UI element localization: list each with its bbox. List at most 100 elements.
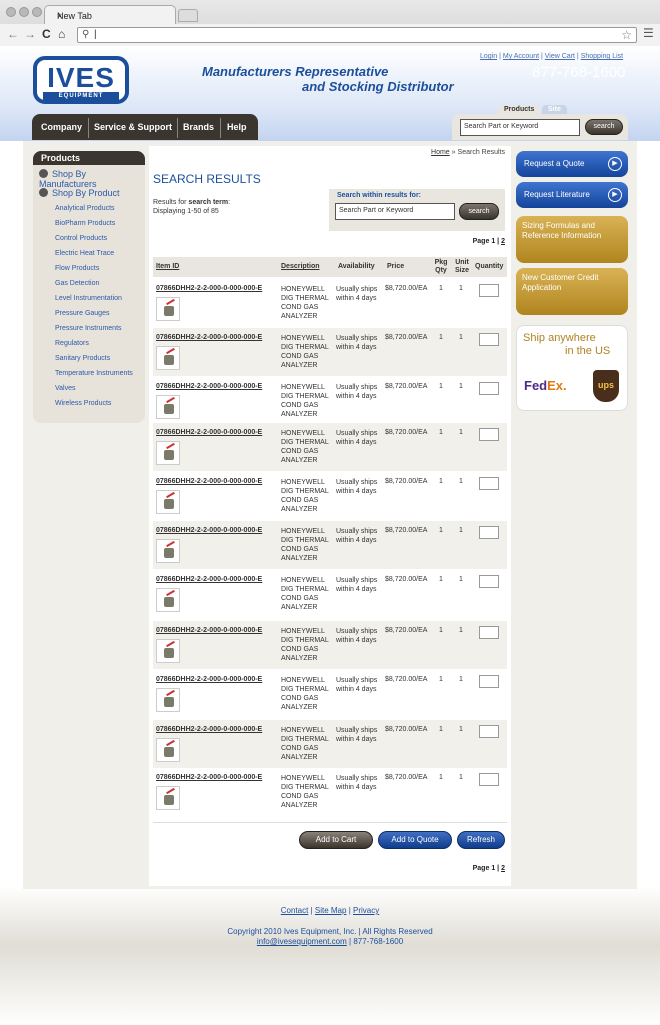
quantity-input[interactable] [479,428,499,441]
browser-tab[interactable]: New Tab × [44,5,176,25]
footer-phone: | 877-768-1600 [349,937,404,946]
nav-service-support[interactable]: Service & Support [94,122,172,132]
item-id-link[interactable]: 07866DHH2-2-2-000-0-000-000-E [156,627,262,634]
sidebar-item-biopharm[interactable]: BioPharm Products [55,220,115,227]
item-id-link[interactable]: 07866DHH2-2-2-000-0-000-000-E [156,334,262,341]
sidebar-item-gas-detection[interactable]: Gas Detection [55,280,99,287]
nav-divider [177,118,178,138]
header-search-input[interactable]: Search Part or Keyword [460,119,580,136]
request-quote-button[interactable]: Request a Quote ▶ [516,151,628,177]
sidebar-item-regulators[interactable]: Regulators [55,340,89,347]
item-price: $8,720.00/EA [385,383,428,390]
footer-email-link[interactable]: info@ivesequipment.com [257,937,347,946]
refresh-button[interactable]: Refresh [457,831,505,849]
view-cart-link[interactable]: View Cart [545,53,575,60]
credit-application-banner[interactable]: New Customer Credit Application [516,268,628,315]
header-search-button[interactable]: search [585,119,623,135]
product-thumbnail[interactable] [156,639,180,663]
quantity-input[interactable] [479,725,499,738]
page-2-link[interactable]: 2 [501,238,505,245]
forward-icon[interactable]: → [24,27,36,41]
sidebar-item-pressure-instruments[interactable]: Pressure Instruments [55,325,122,332]
quantity-input[interactable] [479,333,499,346]
item-id-link[interactable]: 07866DHH2-2-2-000-0-000-000-E [156,285,262,292]
search-within-input[interactable]: Search Part or Keyword [335,203,455,220]
product-thumbnail[interactable] [156,395,180,419]
item-id-link[interactable]: 07866DHH2-2-2-000-0-000-000-E [156,383,262,390]
footer-sitemap-link[interactable]: Site Map [315,906,347,915]
product-thumbnail[interactable] [156,297,180,321]
product-thumbnail[interactable] [156,588,180,612]
item-id-link[interactable]: 07866DHH2-2-2-000-0-000-000-E [156,774,262,781]
sidebar-shop-by-product[interactable]: Shop By Product [39,188,120,198]
product-thumbnail[interactable] [156,490,180,514]
maximize-window-icon[interactable] [32,7,42,17]
breadcrumb-home[interactable]: Home [431,149,450,156]
product-thumbnail[interactable] [156,539,180,563]
product-thumbnail[interactable] [156,688,180,712]
item-id-link[interactable]: 07866DHH2-2-2-000-0-000-000-E [156,576,262,583]
tab-products[interactable]: Products [498,105,541,114]
sidebar-item-level[interactable]: Level Instrumentation [55,295,122,302]
quantity-input[interactable] [479,773,499,786]
quantity-input[interactable] [479,626,499,639]
tab-site[interactable]: Site [542,105,567,114]
ups-logo: ups [593,370,619,402]
sidebar-item-flow[interactable]: Flow Products [55,265,99,272]
item-id-link[interactable]: 07866DHH2-2-2-000-0-000-000-E [156,429,262,436]
quantity-input[interactable] [479,477,499,490]
sidebar-item-valves[interactable]: Valves [55,385,76,392]
nav-company[interactable]: Company [41,122,82,132]
address-bar[interactable]: ⚲ | ☆ [77,27,637,43]
item-id-link[interactable]: 07866DHH2-2-2-000-0-000-000-E [156,676,262,683]
back-icon[interactable]: ← [7,27,19,41]
footer-contact-link[interactable]: Contact [281,906,309,915]
sidebar-item-control[interactable]: Control Products [55,235,107,242]
home-icon[interactable]: ⌂ [58,27,65,41]
sidebar-item-wireless[interactable]: Wireless Products [55,400,111,407]
nav-brands[interactable]: Brands [183,122,214,132]
item-id-link[interactable]: 07866DHH2-2-2-000-0-000-000-E [156,527,262,534]
footer-privacy-link[interactable]: Privacy [353,906,379,915]
col-description[interactable]: Description [281,263,320,271]
col-item-id[interactable]: Item ID [156,263,179,271]
reload-icon[interactable]: C [42,27,51,41]
tab-close-icon[interactable]: × [57,11,167,21]
item-id-link[interactable]: 07866DHH2-2-2-000-0-000-000-E [156,478,262,485]
item-id-link[interactable]: 07866DHH2-2-2-000-0-000-000-E [156,726,262,733]
product-thumbnail[interactable] [156,786,180,810]
product-thumbnail[interactable] [156,346,180,370]
menu-icon[interactable]: ☰ [643,26,654,40]
sidebar-item-analytical[interactable]: Analytical Products [55,205,115,212]
close-window-icon[interactable] [6,7,16,17]
add-to-cart-button[interactable]: Add to Cart [299,831,373,849]
quantity-input[interactable] [479,382,499,395]
add-to-quote-button[interactable]: Add to Quote [378,831,452,849]
minimize-window-icon[interactable] [19,7,29,17]
new-tab-button[interactable] [178,9,198,22]
quantity-input[interactable] [479,675,499,688]
sidebar-item-temperature[interactable]: Temperature Instruments [55,370,133,377]
sidebar-item-pressure-gauges[interactable]: Pressure Gauges [55,310,109,317]
quantity-input[interactable] [479,284,499,297]
search-within-button[interactable]: search [459,203,499,220]
nav-help[interactable]: Help [227,122,247,132]
sizing-formulas-banner[interactable]: Sizing Formulas and Reference Informatio… [516,216,628,263]
sidebar-shop-by-manufacturers[interactable]: Shop By Manufacturers [39,169,145,189]
product-thumbnail[interactable] [156,441,180,465]
table-row: 07866DHH2-2-2-000-0-000-000-E HONEYWELL … [153,521,507,569]
quantity-input[interactable] [479,575,499,588]
page-2-link[interactable]: 2 [501,865,505,872]
item-availability: Usually ships within 4 days [336,775,378,791]
sidebar-item-heat-trace[interactable]: Electric Heat Trace [55,250,114,257]
request-literature-button[interactable]: Request Literature ▶ [516,182,628,208]
sidebar-item-sanitary[interactable]: Sanitary Products [55,355,110,362]
quantity-input[interactable] [479,526,499,539]
product-thumbnail[interactable] [156,738,180,762]
login-link[interactable]: Login [480,53,497,60]
ives-logo[interactable]: IVES EQUIPMENT [33,56,129,104]
star-icon[interactable]: ☆ [621,28,632,42]
my-account-link[interactable]: My Account [503,53,539,60]
shopping-list-link[interactable]: Shopping List [581,53,623,60]
breadcrumb: Home » Search Results [431,149,505,156]
